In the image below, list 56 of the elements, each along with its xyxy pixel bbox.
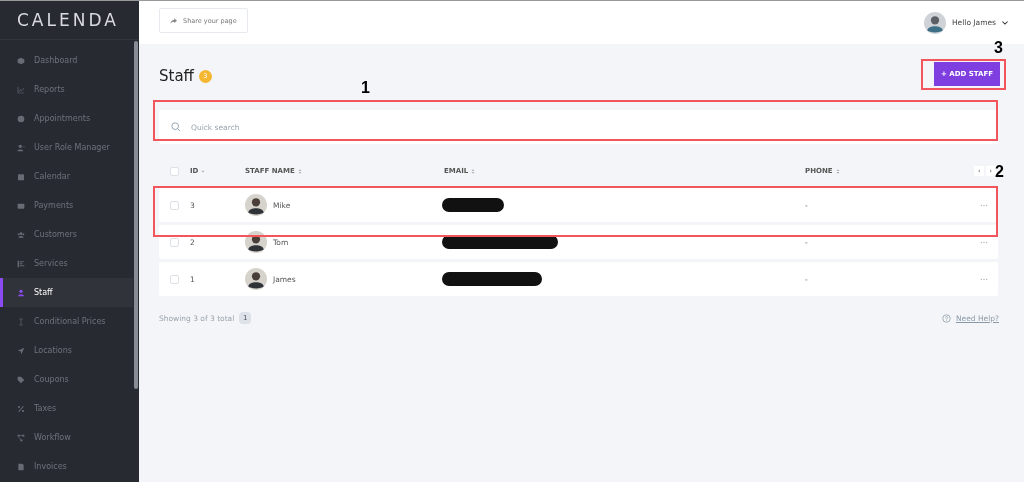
sidebar-item[interactable]: Appointments	[0, 104, 133, 133]
document-icon	[17, 462, 25, 471]
search-icon	[171, 122, 181, 132]
sidebar-item[interactable]: Invoices	[0, 452, 133, 481]
wallet-icon	[17, 201, 25, 210]
list-icon	[17, 259, 25, 268]
avatar-icon	[245, 268, 267, 290]
calendar-icon	[17, 172, 25, 181]
user-icon	[17, 288, 25, 297]
next-icon[interactable]	[986, 166, 996, 176]
sidebar-item[interactable]: Dashboard	[0, 46, 133, 75]
callout-number: 1	[361, 80, 370, 96]
more-icon[interactable]	[980, 240, 988, 244]
tag-icon	[17, 375, 25, 384]
sidebar-item[interactable]: Workflow	[0, 423, 133, 452]
help-icon	[941, 313, 951, 323]
percent-icon	[17, 404, 25, 413]
sort-icon	[835, 168, 840, 174]
row-checkbox[interactable]	[170, 274, 179, 284]
row-checkbox[interactable]	[170, 200, 179, 210]
clock-icon	[17, 114, 25, 123]
callout-number: 3	[994, 40, 1003, 56]
avatar-icon	[923, 11, 946, 34]
sidebar-item[interactable]: Customers	[0, 220, 133, 249]
sort-icon	[297, 168, 302, 174]
sidebar-item[interactable]: Payments	[0, 191, 133, 220]
arrow-icon	[17, 346, 25, 355]
select-all-checkbox[interactable]	[170, 166, 179, 176]
more-icon[interactable]	[980, 277, 988, 281]
previous-icon[interactable]	[974, 166, 984, 176]
avatar-icon	[245, 231, 267, 253]
callout-number: 2	[995, 164, 1004, 180]
sidebar-item[interactable]: User Role Manager	[0, 133, 133, 162]
sidebar-item[interactable]: Taxes	[0, 394, 133, 423]
caret-icon	[201, 168, 206, 174]
share-arrow-icon	[170, 17, 177, 24]
page-title: Staff	[159, 67, 194, 85]
sidebar-item[interactable]: Conditional Prices	[0, 307, 133, 336]
caret-icon	[1002, 20, 1008, 25]
row-checkbox[interactable]	[170, 237, 179, 247]
nodes-icon	[17, 433, 25, 442]
redaction-bar	[442, 198, 504, 212]
sidebar-item[interactable]: Calendar	[0, 162, 133, 191]
sidebar-item[interactable]: Locations	[0, 336, 133, 365]
sidebar-item[interactable]: Reports	[0, 75, 133, 104]
sidebar-item[interactable]: Staff	[0, 278, 133, 307]
more-icon[interactable]	[980, 203, 988, 207]
sort-icon	[471, 168, 476, 174]
cube-icon	[17, 56, 25, 65]
chart-icon	[17, 85, 25, 94]
user-plus-icon	[17, 143, 25, 152]
sidebar-item[interactable]: Services	[0, 249, 133, 278]
scrollbar[interactable]	[134, 41, 138, 389]
sidebar-item[interactable]: Coupons	[0, 365, 133, 394]
avatar-icon	[245, 194, 267, 216]
users-icon	[17, 230, 25, 239]
